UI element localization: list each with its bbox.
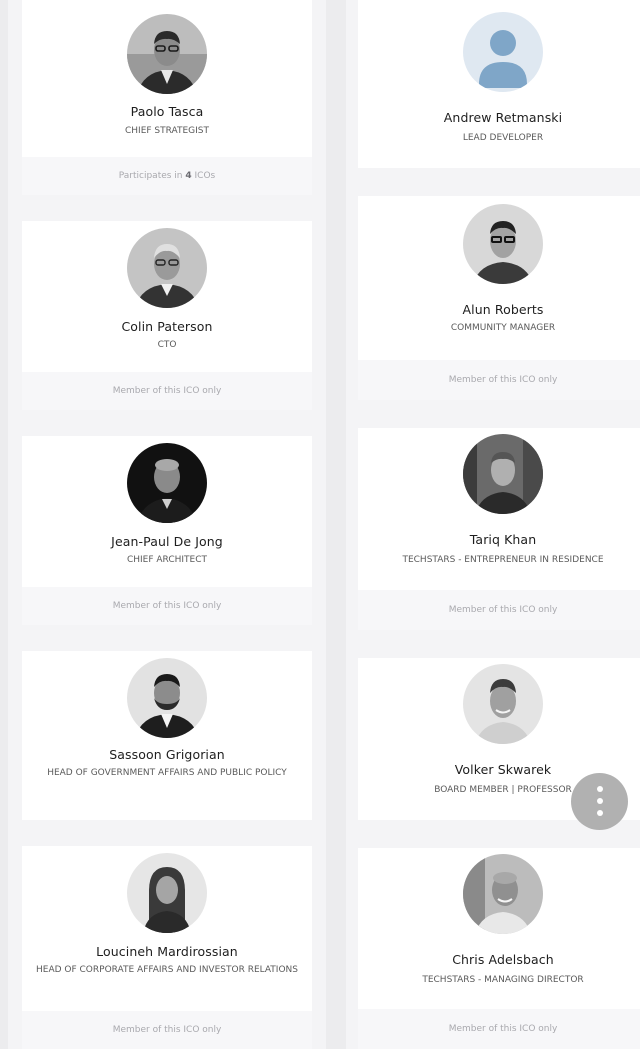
ico-membership-note: Member of this ICO only bbox=[358, 590, 640, 630]
member-role: LEAD DEVELOPER bbox=[462, 133, 544, 143]
member-photo bbox=[127, 443, 207, 523]
member-photo bbox=[463, 854, 543, 934]
member-role: CTO bbox=[157, 340, 177, 350]
member-name: Jean-Paul De Jong bbox=[111, 534, 223, 549]
member-photo bbox=[463, 664, 543, 744]
ico-membership-note: Member of this ICO only bbox=[22, 372, 312, 410]
team-member-card[interactable]: Jean-Paul De Jong CHIEF ARCHITECT Member… bbox=[22, 436, 312, 625]
ico-membership-note: Member of this ICO only bbox=[22, 1011, 312, 1049]
member-name: Paolo Tasca bbox=[130, 104, 204, 119]
team-member-card[interactable]: Chris Adelsbach TECHSTARS - MANAGING DIR… bbox=[358, 848, 640, 1049]
team-member-card[interactable]: Paolo Tasca CHIEF STRATEGIST Participate… bbox=[22, 0, 312, 195]
team-column-left: Paolo Tasca CHIEF STRATEGIST Participate… bbox=[8, 0, 326, 1049]
member-role: HEAD OF CORPORATE AFFAIRS AND INVESTOR R… bbox=[36, 965, 298, 975]
member-role: HEAD OF GOVERNMENT AFFAIRS AND PUBLIC PO… bbox=[47, 768, 287, 778]
member-photo bbox=[127, 853, 207, 933]
member-photo bbox=[463, 204, 543, 284]
more-options-button[interactable] bbox=[571, 773, 628, 830]
member-photo bbox=[463, 434, 543, 514]
member-photo bbox=[127, 14, 207, 94]
member-role: TECHSTARS - ENTREPRENEUR IN RESIDENCE bbox=[402, 555, 604, 565]
team-member-card[interactable]: Colin Paterson CTO Member of this ICO on… bbox=[22, 221, 312, 410]
member-name: Colin Paterson bbox=[121, 319, 213, 334]
team-member-card[interactable]: Loucineh Mardirossian HEAD OF CORPORATE … bbox=[22, 846, 312, 1049]
team-member-card[interactable]: Tariq Khan TECHSTARS - ENTREPRENEUR IN R… bbox=[358, 428, 640, 630]
member-role: CHIEF STRATEGIST bbox=[124, 126, 209, 136]
member-name: Chris Adelsbach bbox=[452, 952, 554, 967]
ico-membership-note: Member of this ICO only bbox=[358, 1009, 640, 1049]
member-name: Andrew Retmanski bbox=[443, 110, 563, 125]
ico-membership-note: Member of this ICO only bbox=[358, 360, 640, 400]
ico-participation-note: Participates in 4 ICOs bbox=[22, 157, 312, 195]
member-photo bbox=[127, 228, 207, 308]
team-member-card[interactable]: Andrew Retmanski LEAD DEVELOPER bbox=[358, 0, 640, 168]
member-name: Loucineh Mardirossian bbox=[96, 944, 238, 959]
member-role: COMMUNITY MANAGER bbox=[450, 323, 556, 333]
member-name: Sassoon Grigorian bbox=[109, 747, 225, 762]
member-photo bbox=[127, 658, 207, 738]
member-role: TECHSTARS - MANAGING DIRECTOR bbox=[422, 975, 584, 985]
default-user-icon bbox=[463, 12, 543, 92]
team-member-card[interactable]: Alun Roberts COMMUNITY MANAGER Member of… bbox=[358, 196, 640, 400]
member-name: Alun Roberts bbox=[462, 302, 544, 317]
ico-membership-note: Member of this ICO only bbox=[22, 587, 312, 625]
team-member-card[interactable]: Sassoon Grigorian HEAD OF GOVERNMENT AFF… bbox=[22, 651, 312, 820]
team-column-right: Andrew Retmanski LEAD DEVELOPER Alun Rob… bbox=[346, 0, 640, 1049]
member-role: CHIEF ARCHITECT bbox=[126, 555, 208, 565]
member-name: Tariq Khan bbox=[469, 532, 537, 547]
